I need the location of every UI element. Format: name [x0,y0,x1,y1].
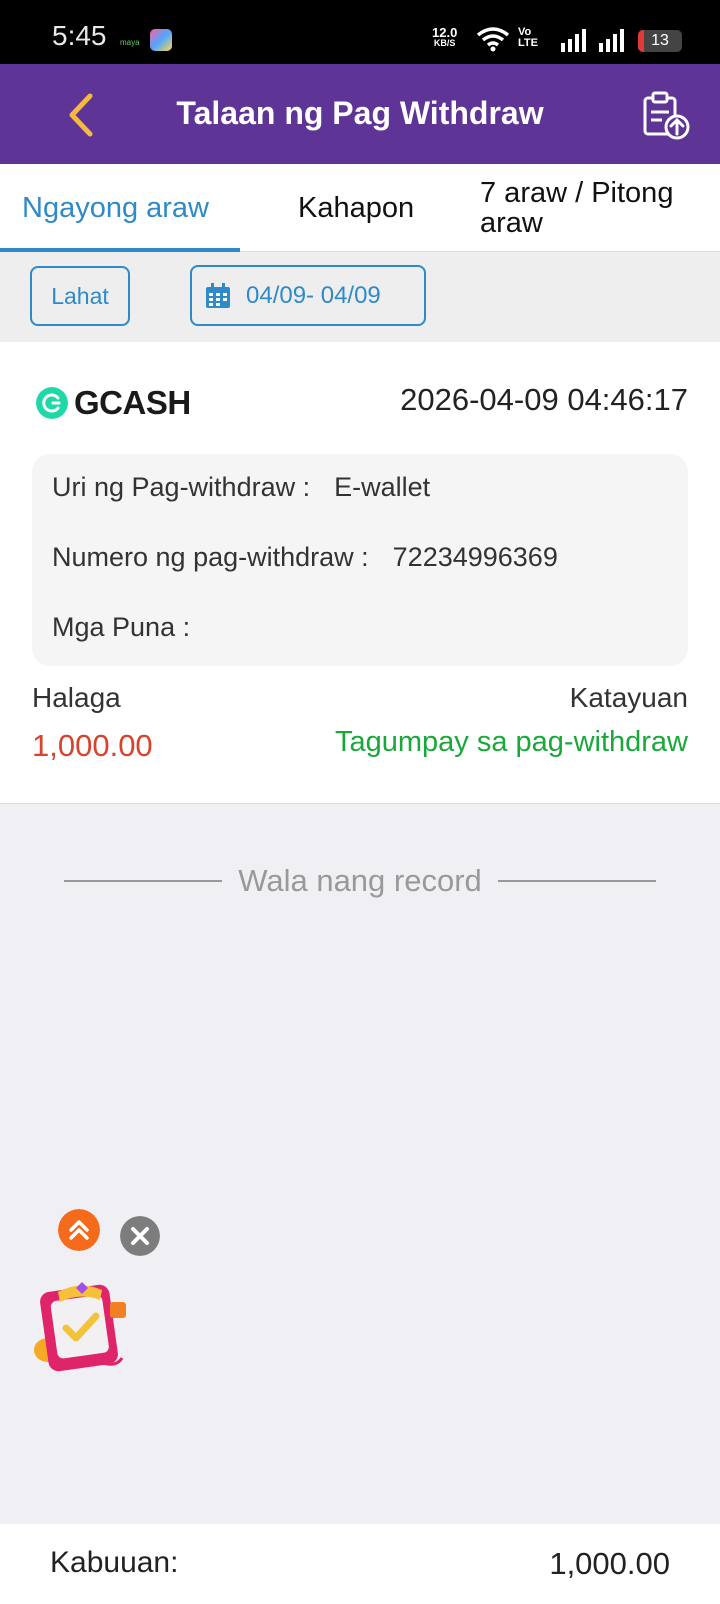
status-label: Katayuan [569,682,688,713]
wifi-icon [476,27,510,52]
network-speed: 12.0 KB/S [432,25,458,49]
app-header: Talaan ng Pag Withdraw [0,64,720,164]
battery-icon: 13 [638,30,682,52]
divider-line [64,880,223,882]
clipboard-upload-icon[interactable] [640,90,692,142]
network-speed-value: 12.0 [432,25,458,40]
double-chevron-up-icon[interactable] [58,1209,100,1251]
filter-bar: Lahat 04/09- 04/09 [0,252,720,342]
volte-bottom: LTE [518,37,538,49]
status-bar: 5:45 maya 12.0 KB/S Vo LTE 13 [0,0,720,64]
tab-yesterday[interactable]: Kahapon [298,164,448,252]
signal-icon [561,29,586,52]
volte-indicator: Vo LTE [518,27,538,49]
total-value: 1,000.00 [549,1546,670,1581]
notification-app-icon [150,29,172,51]
tab-seven-days[interactable]: 7 araw / Pitong araw [480,164,710,252]
detail-value: E-wallet [334,472,431,502]
date-tabs: Ngayong araw Kahapon 7 araw / Pitong ara… [0,164,720,252]
amount-value: 1,000.00 [32,728,153,763]
record-details: Uri ng Pag-withdraw : E-wallet Numero ng … [32,454,688,666]
close-icon[interactable] [120,1216,160,1256]
total-footer: Kabuuan: 1,000.00 [0,1524,720,1604]
amount-label: Halaga [32,682,121,713]
detail-label: Uri ng Pag-withdraw : [52,472,311,502]
detail-value: 72234996369 [392,542,558,572]
divider-line [497,880,657,882]
provider-name: GCASH [74,384,191,421]
detail-label: Mga Puna : [52,612,191,642]
date-range-picker[interactable]: 04/09- 04/09 [190,265,426,326]
status-time: 5:45 [52,20,107,51]
gcash-logo-icon [36,387,68,419]
page-title: Talaan ng Pag Withdraw [176,95,544,131]
network-speed-unit: KB/S [433,38,456,48]
no-more-records: Wala nang record [64,858,657,904]
detail-row-type: Uri ng Pag-withdraw : E-wallet [52,472,430,503]
status-value: Tagumpay sa pag-withdraw [334,726,688,758]
total-label: Kabuuan: [50,1546,179,1579]
gcash-logo: GCASH [36,384,191,422]
signal-icon-sim2 [599,29,624,52]
date-range-text: 04/09- 04/09 [246,281,381,309]
detail-row-remarks: Mga Puna : [52,612,214,643]
tab-today[interactable]: Ngayong araw [22,164,240,252]
detail-row-number: Numero ng pag-withdraw : 72234996369 [52,542,558,573]
maya-app-icon: maya [120,38,140,47]
gift-checklist-icon[interactable] [30,1278,134,1378]
filter-all-button[interactable]: Lahat [30,266,130,326]
record-datetime: 2026-04-09 04:46:17 [400,382,688,417]
calendar-icon [206,282,230,308]
no-more-text: Wala nang record [238,863,482,898]
detail-label: Numero ng pag-withdraw : [52,542,369,572]
battery-level: 13 [651,32,669,49]
withdraw-record-card[interactable]: GCASH 2026-04-09 04:46:17 Uri ng Pag-wit… [0,342,720,804]
